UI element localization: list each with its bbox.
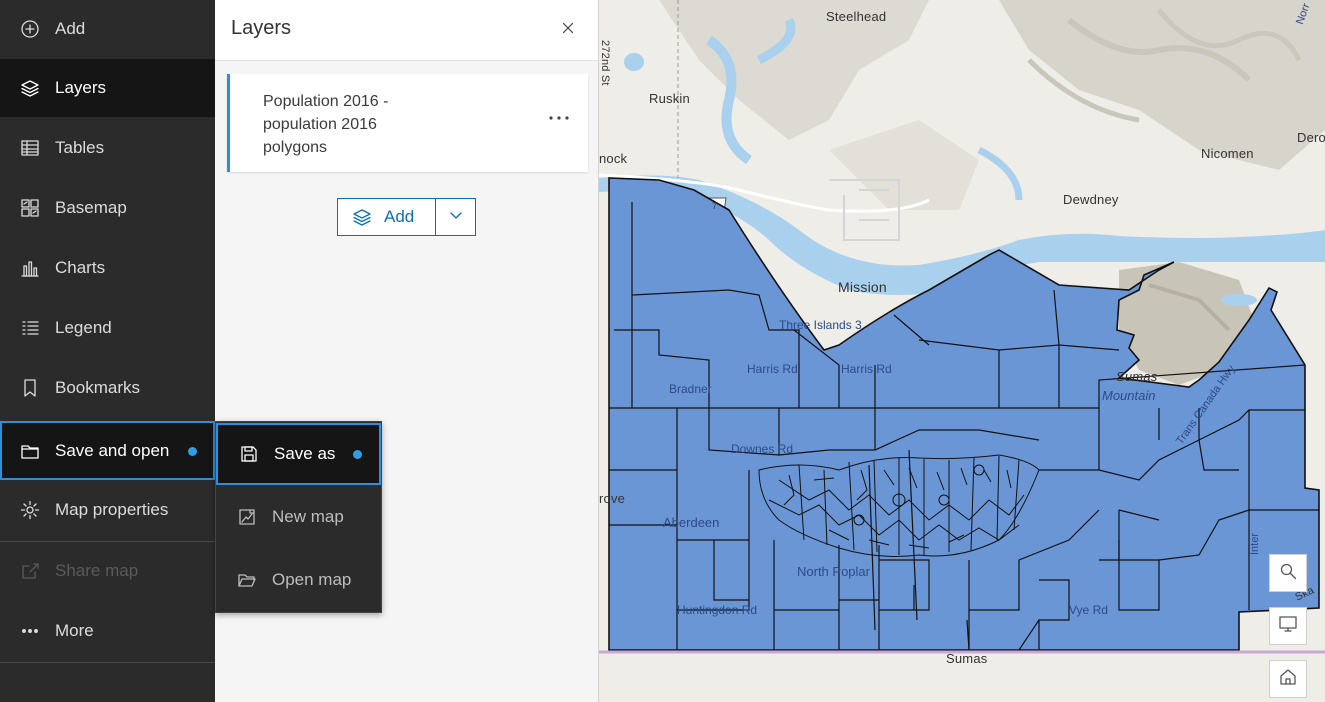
unsaved-indicator-dot <box>353 450 362 459</box>
menu-open-map-label: Open map <box>272 570 352 589</box>
nav-bookmarks[interactable]: Bookmarks <box>0 359 215 417</box>
map-label-ruskin: Ruskin <box>649 91 690 106</box>
highway-7-label: 7 <box>712 201 718 211</box>
gear-icon <box>20 500 40 520</box>
nav-tables[interactable]: Tables <box>0 119 215 177</box>
plus-circle-icon <box>20 19 40 39</box>
menu-save-as-label: Save as <box>274 444 336 463</box>
map-label-nock: nock <box>599 151 628 166</box>
nav-share-map: Share map <box>0 542 215 600</box>
bookmark-icon <box>20 378 40 398</box>
map-label-sumas-mtn: Sumas <box>1116 369 1158 384</box>
panel-title: Layers <box>231 17 292 39</box>
monitor-icon <box>1278 614 1298 639</box>
nav-save-and-open-label: Save and open <box>55 440 170 460</box>
nav-map-properties-label: Map properties <box>55 500 169 519</box>
share-icon <box>20 561 40 581</box>
add-layer-label: Add <box>384 207 415 226</box>
map-search-button[interactable] <box>1269 554 1307 592</box>
map-label-harris-rd-west: Harris Rd <box>747 362 798 376</box>
map-label-nicomen: Nicomen <box>1201 146 1254 161</box>
nav-divider <box>0 662 215 663</box>
left-nav: Add Layers Tables Basemap Charts Legend … <box>0 0 215 702</box>
map-label-steelhead: Steelhead <box>826 9 887 24</box>
home-icon <box>1278 667 1298 692</box>
map-view[interactable]: Steelhead Ruskin nock 272nd St Nicomen D… <box>599 0 1325 702</box>
open-folder-icon <box>237 570 257 590</box>
map-label-bradner: Bradner <box>669 382 712 396</box>
map-canvas <box>599 0 1325 702</box>
map-label-272nd-st: 272nd St <box>599 40 611 86</box>
layer-name: Population 2016 - population 2016 polygo… <box>263 93 389 156</box>
nav-bookmarks-label: Bookmarks <box>55 378 141 397</box>
map-label-mountain: Mountain <box>1102 388 1156 403</box>
menu-new-map-label: New map <box>272 507 344 526</box>
table-icon <box>20 138 40 158</box>
layer-item[interactable]: Population 2016 - population 2016 polygo… <box>227 74 588 172</box>
layers-icon <box>352 207 372 227</box>
legend-icon <box>20 318 40 338</box>
ellipsis-icon <box>20 621 40 641</box>
panel-header: Layers <box>215 0 598 61</box>
chevron-down-icon <box>446 205 466 230</box>
nav-add-label: Add <box>55 19 86 38</box>
map-label-downes-rd: Downes Rd <box>731 442 794 456</box>
bar-chart-icon <box>20 258 40 278</box>
nav-charts[interactable]: Charts <box>0 239 215 297</box>
save-open-menu: Save as New map Open map <box>215 421 382 613</box>
add-layer-dropdown[interactable] <box>435 198 476 236</box>
nav-charts-label: Charts <box>55 258 106 277</box>
nav-save-and-open[interactable]: Save and open <box>0 421 215 480</box>
nav-legend[interactable]: Legend <box>0 299 215 357</box>
nav-layers-label: Layers <box>55 78 107 97</box>
nav-map-properties[interactable]: Map properties <box>0 481 215 539</box>
nav-tables-label: Tables <box>55 138 105 157</box>
nav-basemap-label: Basemap <box>55 198 127 217</box>
menu-new-map[interactable]: New map <box>216 486 381 548</box>
save-icon <box>239 444 259 464</box>
map-label-dewdney: Dewdney <box>1063 192 1119 207</box>
map-label-rove: rove <box>599 491 626 506</box>
nav-more[interactable]: More <box>0 602 215 660</box>
layers-icon <box>20 78 40 98</box>
menu-open-map[interactable]: Open map <box>216 549 381 611</box>
map-label-inter: Inter <box>1249 532 1261 555</box>
map-label-harris-rd-east: Harris Rd <box>841 362 892 376</box>
nav-layers[interactable]: Layers <box>0 59 215 117</box>
nav-legend-label: Legend <box>55 318 112 337</box>
unsaved-indicator-dot <box>188 446 197 456</box>
nav-basemap[interactable]: Basemap <box>0 179 215 237</box>
map-label-dero: Dero <box>1297 130 1325 145</box>
menu-save-as[interactable]: Save as <box>216 423 381 485</box>
nav-add[interactable]: Add <box>0 0 215 58</box>
nav-more-label: More <box>55 621 94 640</box>
close-icon[interactable] <box>558 18 580 40</box>
map-label-vye-rd: Vye Rd <box>1069 603 1108 617</box>
map-label-aberdeen: Aberdeen <box>663 515 720 530</box>
map-label-three-islands: Three Islands 3 <box>779 318 862 332</box>
map-label-mission: Mission <box>838 279 887 295</box>
map-label-north-poplar: North Poplar <box>797 564 870 579</box>
map-label-huntingdon-rd: Huntingdon Rd <box>677 603 758 617</box>
map-label-sumas: Sumas <box>946 651 988 666</box>
map-home-button[interactable] <box>1269 660 1307 698</box>
search-icon <box>1278 561 1298 586</box>
basemap-icon <box>20 198 40 218</box>
new-map-icon <box>237 507 257 527</box>
add-layer-button[interactable]: Add <box>337 198 436 236</box>
layer-options-icon[interactable] <box>546 108 572 128</box>
folder-icon <box>20 441 40 461</box>
nav-share-map-label: Share map <box>55 561 139 580</box>
map-display-button[interactable] <box>1269 607 1307 645</box>
